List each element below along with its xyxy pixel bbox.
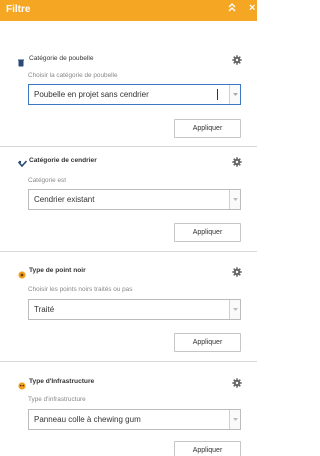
ashtray-icon [17,155,28,168]
dropdown-arrow-icon[interactable] [229,410,240,429]
filter-description: Catégorie est [28,177,67,184]
apply-button[interactable]: Appliquer [174,119,241,138]
filter-title: Catégorie de poubelle [29,55,94,62]
filter-select[interactable]: Cendrier existant [28,189,241,210]
filter-select[interactable]: Poubelle en projet sans cendrier [28,84,241,105]
filter-title: Type d'Infrastructure [29,378,95,385]
apply-button[interactable]: Appliquer [174,223,241,242]
select-value: Cendrier existant [34,195,95,204]
gear-icon[interactable] [232,52,242,65]
filter-description: Type d'infrastructure [28,396,86,403]
panel-title: Filtre [6,4,31,15]
select-value: Poubelle en projet sans cendrier [34,90,149,99]
orange-dot-icon [18,266,26,279]
apply-button[interactable]: Appliquer [174,333,241,352]
filter-panel-header: Filtre × [0,0,257,21]
text-caret [217,89,218,100]
filter-description: Choisir les points noirs traités ou pas [28,286,133,293]
filter-title: Catégorie de cendrier [29,157,97,164]
dropdown-arrow-icon[interactable] [229,190,240,209]
gear-icon[interactable] [232,264,242,277]
close-icon[interactable]: × [249,2,255,14]
orange-face-icon [18,377,26,390]
dropdown-arrow-icon[interactable] [229,300,240,319]
divider [0,251,257,252]
filter-description: Choisir la catégorie de poubelle [28,72,118,79]
dropdown-arrow-icon[interactable] [229,85,240,104]
divider [0,361,257,362]
double-chevron-up-icon[interactable] [228,3,236,15]
apply-button[interactable]: Appliquer [174,441,241,456]
filter-select[interactable]: Traité [28,299,241,320]
filter-title: Type de point noir [29,267,86,274]
select-value: Traité [34,305,55,314]
select-value: Panneau colle à chewing gum [34,415,141,424]
trash-bin-icon [18,54,26,67]
gear-icon[interactable] [232,375,242,388]
divider [0,146,257,147]
gear-icon[interactable] [232,154,242,167]
filter-select[interactable]: Panneau colle à chewing gum [28,409,241,430]
